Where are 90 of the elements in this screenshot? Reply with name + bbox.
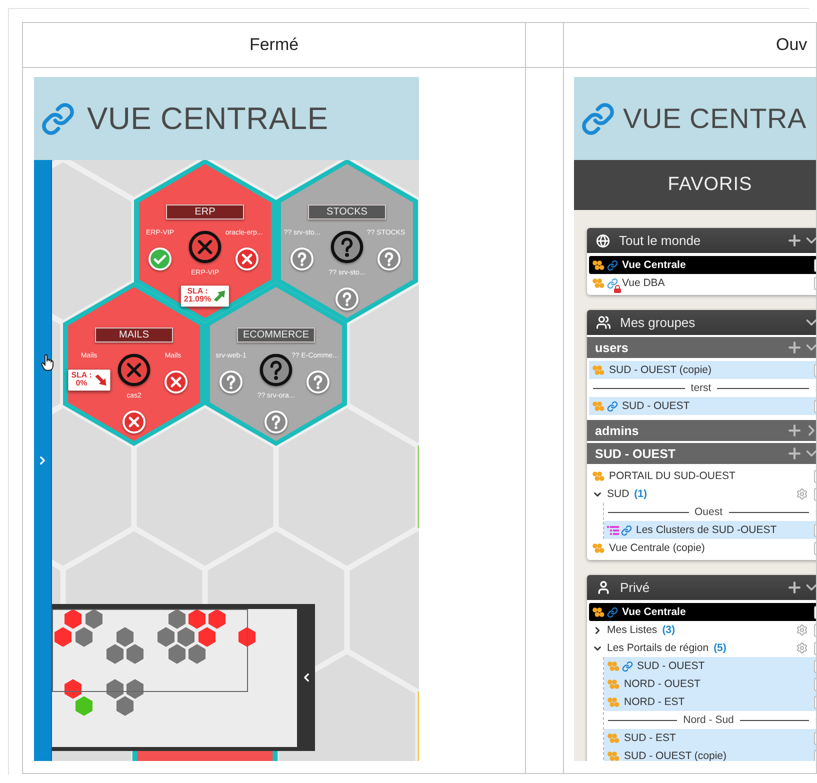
view-label: SUD - OUEST (copie) [624,750,726,761]
viewport-frame[interactable] [52,609,248,692]
tile-title: STOCKS [308,204,386,220]
view-label: Vue Centrale (copie) [609,542,705,554]
hand-cursor-icon [41,354,54,371]
group-header[interactable]: SUD - OUEST [587,443,816,464]
minimap-hex [116,626,134,648]
minimap-hex [126,678,144,700]
minimap-hex [238,626,256,648]
folder-row[interactable]: Les Portails de région (5) [589,639,816,657]
panel-header[interactable]: Privé [587,575,816,600]
view-label: Vue Centrale [622,259,686,271]
view-label: NORD - EST [624,696,685,708]
separator-label: terst [690,382,712,394]
minimap-hex [106,678,124,700]
settings-icon[interactable] [796,624,808,636]
view-item[interactable]: NORD - OUEST [604,675,816,693]
folder-count: (5) [714,642,726,654]
minimap-hex [106,643,124,665]
minimap-hex [168,643,186,665]
panel-title: Tout le monde [619,233,701,248]
group-header[interactable]: admins [587,420,816,441]
app-title: VUE CENTRALE [87,100,328,136]
separator-label: Nord - Sud [683,714,734,726]
view-item[interactable]: SUD - EST [604,729,816,747]
minimap-hex [74,626,94,648]
folder-row[interactable]: SUD (1) [589,485,816,503]
minimap-hex [156,626,176,648]
minimap-hex [74,695,94,717]
folder-label: SUD [607,488,630,500]
view-item[interactable]: Vue DBA [589,274,816,292]
sidebar-toggle[interactable] [34,160,52,761]
view-label: SUD - OUEST [622,400,690,412]
app-title: VUE CENTRA [623,102,806,134]
view-item[interactable]: Les Clusters de SUD -OUEST [604,521,816,539]
folder-count: (3) [662,624,676,636]
view-label: NORD - OUEST [624,678,700,690]
group-title: admins [595,424,639,438]
view-item[interactable]: NORD - EST [604,693,816,711]
tile-title: ECOMMERCE [236,328,316,342]
settings-icon[interactable] [796,488,808,500]
view-item[interactable]: Vue Centrale (copie) [589,539,816,557]
minimap-hex [116,695,134,717]
folder-label: Mes Listes [607,624,658,636]
view-item[interactable]: SUD - OUEST (copie) [589,361,816,379]
minimap-hex [64,678,82,700]
view-label: SUD - EST [624,732,676,744]
add-icon[interactable] [786,339,803,356]
view-item[interactable]: Vue Centrale [589,256,816,274]
view-label: PORTAIL DU SUD-OUEST [609,470,736,482]
view-label: Vue Centrale [622,606,686,618]
view-item[interactable]: SUD - OUEST [604,657,816,675]
sla-label: SLA : [71,372,92,380]
column-header: Fermé [249,35,299,55]
sla-label: SLA : [187,288,208,296]
view-item[interactable]: SUD - OUEST (copie) [604,747,816,761]
view-label: Vue DBA [622,277,665,289]
view-label: SUD - OUEST [637,660,705,672]
minimap-hex [188,643,206,665]
panel-header[interactable]: Tout le monde [587,228,816,253]
column-header: Ouv [776,35,808,55]
group-title: SUD - OUEST [595,446,676,460]
sla-value: 0% [76,380,88,388]
view-item[interactable]: Vue Centrale [589,603,816,621]
folder-row[interactable]: Mes Listes (3) [589,621,816,639]
folder-label: Les Portails de région [607,642,709,654]
add-icon[interactable] [786,445,803,462]
link-icon [41,102,75,136]
view-item[interactable]: SUD - OUEST [589,397,816,415]
view-label: SUD - OUEST (copie) [609,364,712,376]
add-icon[interactable] [786,232,803,249]
minimap-hex [176,626,196,648]
link-icon [581,102,615,136]
add-icon[interactable] [786,579,803,596]
favorites-title: FAVORIS [668,174,752,196]
panel-header[interactable]: Mes groupes [587,310,816,335]
view-label: Les Clusters de SUD -OUEST [636,524,777,536]
view-item[interactable]: PORTAIL DU SUD-OUEST [589,467,816,485]
group-header[interactable]: users [587,337,816,358]
separator-label: Ouest [694,506,723,518]
add-icon[interactable] [786,422,803,439]
folder-count: (1) [634,488,648,500]
group-title: users [595,340,628,354]
tile-title: MAILS [95,328,173,342]
panel-title: Mes groupes [620,315,696,330]
minimap-hex [198,626,216,648]
settings-icon[interactable] [796,642,808,654]
tile-title: ERP [166,204,244,220]
minimap-hex [126,643,144,665]
panel-title: Privé [620,580,650,595]
